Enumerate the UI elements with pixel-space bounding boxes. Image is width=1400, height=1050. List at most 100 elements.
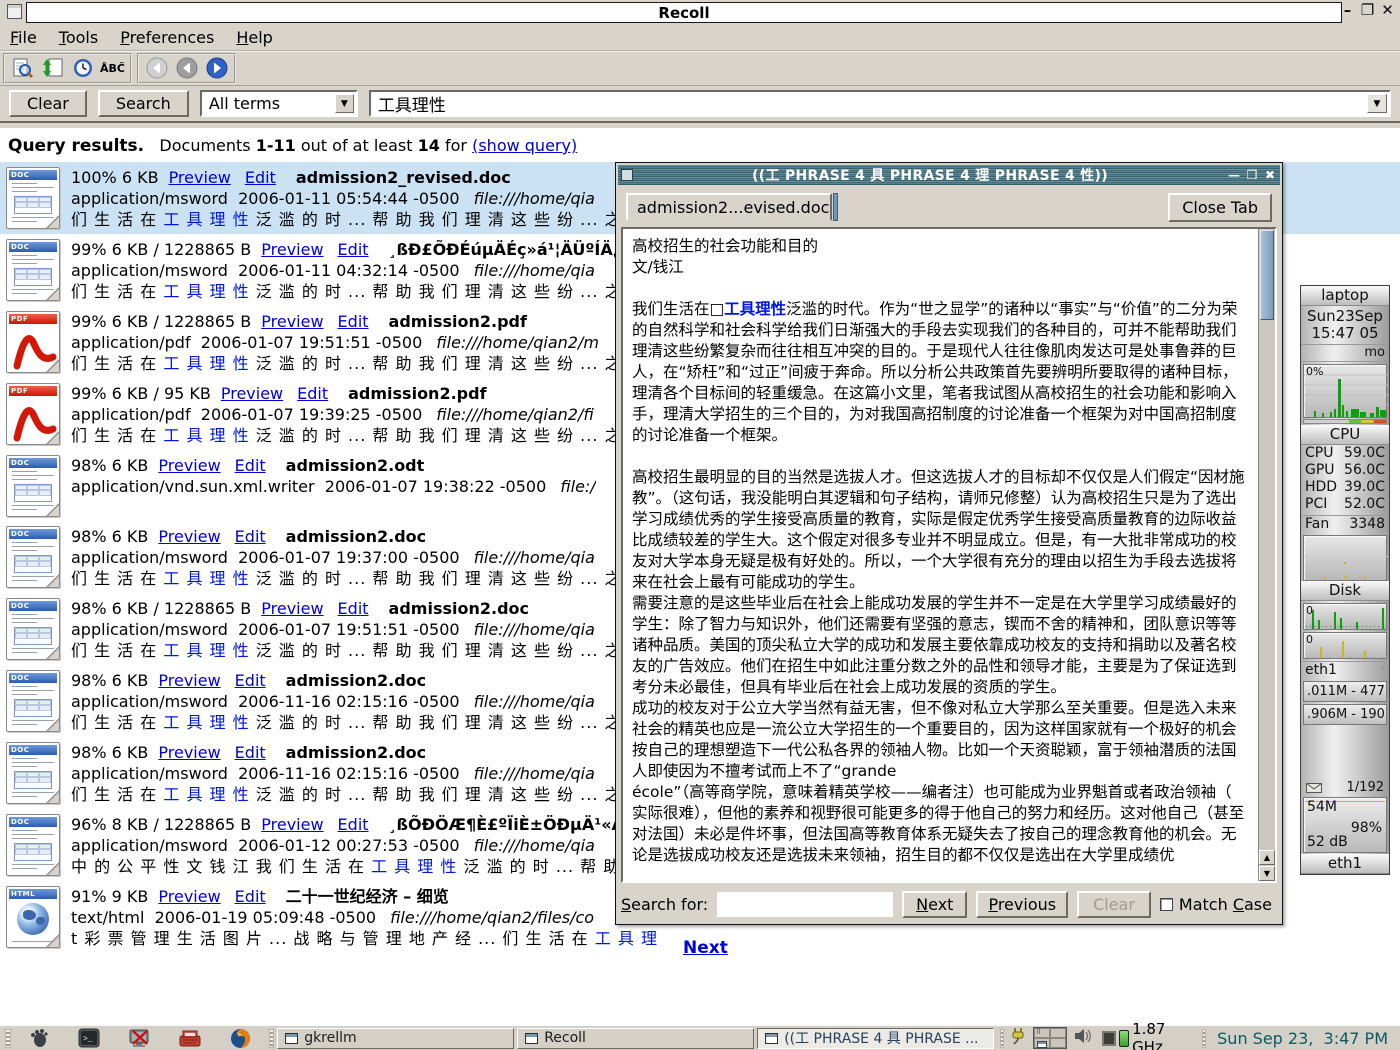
preview-link[interactable]: Preview: [169, 168, 231, 187]
workspace-4[interactable]: [1050, 1038, 1066, 1048]
display-off-icon[interactable]: [128, 1027, 150, 1049]
edit-link[interactable]: Edit: [338, 599, 369, 618]
tasklist-handle[interactable]: [269, 1029, 275, 1048]
preview-search-input[interactable]: [717, 892, 893, 917]
minimize-icon[interactable]: –: [1339, 1, 1356, 19]
search-mode-select[interactable]: All terms ▼: [200, 90, 358, 117]
power-plug-icon[interactable]: [1010, 1026, 1026, 1050]
doc-file-icon[interactable]: DOC: [6, 598, 60, 660]
preview-next-button[interactable]: Next: [902, 891, 967, 918]
task-button[interactable]: gkrellm: [277, 1028, 514, 1049]
preview-document-text[interactable]: 高校招生的社会功能和目的文/钱江 我们生活在□工具理性泛滥的时代。作为“世之显学…: [623, 229, 1258, 881]
preview-link[interactable]: Preview: [158, 527, 220, 546]
preview-link[interactable]: Preview: [261, 599, 323, 618]
preview-tab[interactable]: admission2...evised.doc: [626, 193, 832, 221]
workspace-2[interactable]: [1050, 1028, 1066, 1038]
scroll-up-icon[interactable]: ▲: [1259, 850, 1275, 865]
close-icon[interactable]: ✕: [1379, 1, 1396, 19]
task-button[interactable]: ((工 PHRASE 4 具 PHRASE ...: [757, 1028, 994, 1049]
nav-next-icon[interactable]: [203, 56, 230, 81]
gkrellm-temp-row[interactable]: CPU59.0C: [1301, 445, 1389, 462]
pdf-file-icon[interactable]: PDF: [6, 383, 60, 445]
preview-link[interactable]: Preview: [158, 456, 220, 475]
edit-link[interactable]: Edit: [338, 240, 369, 259]
task-button[interactable]: Recoll: [517, 1028, 754, 1049]
nav-previous-icon[interactable]: [173, 56, 200, 81]
gkrellm-cpu-chart[interactable]: 0%: [1303, 364, 1387, 418]
preview-previous-button[interactable]: Previous: [976, 891, 1068, 918]
gkrellm-fan-chart[interactable]: [1303, 535, 1387, 581]
next-page-link[interactable]: Next: [683, 938, 728, 958]
show-query-link[interactable]: (show query): [472, 136, 577, 155]
edit-link[interactable]: Edit: [245, 168, 276, 187]
preview-titlebar[interactable]: ((工 PHRASE 4 具 PHRASE 4 理 PHRASE 4 性)) —…: [618, 165, 1280, 185]
scrollbar-thumb[interactable]: [1260, 230, 1274, 320]
gkrellm-mail-row[interactable]: 1/192: [1301, 779, 1389, 796]
firefox-icon[interactable]: [230, 1027, 252, 1049]
doc-file-icon[interactable]: DOC: [6, 526, 60, 588]
doc-file-icon[interactable]: DOC: [6, 239, 60, 301]
preview-window-menu-icon[interactable]: [621, 169, 633, 181]
doc-file-icon[interactable]: DOC: [6, 455, 60, 517]
edit-link[interactable]: Edit: [338, 312, 369, 331]
clock-handle[interactable]: [1202, 1029, 1206, 1048]
cpu-frequency-applet[interactable]: 1.87 GHz: [1102, 1020, 1194, 1050]
workspace-3[interactable]: [1034, 1038, 1050, 1048]
preview-link[interactable]: Preview: [261, 815, 323, 834]
clear-button[interactable]: Clear: [9, 90, 87, 117]
spellcheck-icon[interactable]: ÅBĈ: [99, 56, 126, 81]
doc-file-icon[interactable]: DOC: [6, 742, 60, 804]
search-button[interactable]: Search: [98, 90, 189, 117]
gkrellm-net-tx[interactable]: .906M - 190: [1303, 704, 1387, 725]
menu-preferences[interactable]: Preferences: [118, 26, 224, 49]
search-input[interactable]: [371, 92, 1389, 115]
preview-link[interactable]: Preview: [221, 384, 283, 403]
preview-link[interactable]: Preview: [158, 887, 220, 906]
edit-link[interactable]: Edit: [338, 815, 369, 834]
gkrellm-clock[interactable]: Sun23Sep 15:47 05: [1301, 306, 1389, 345]
gkrellm-net-rx[interactable]: .011M - 477: [1303, 681, 1387, 702]
gkrellm-fs-panel[interactable]: 54M 98% 52 dB: [1303, 797, 1387, 853]
pdf-file-icon[interactable]: PDF: [6, 311, 60, 373]
gkrellm-cpu-section-label[interactable]: CPU: [1301, 425, 1389, 445]
speaker-icon[interactable]: [1074, 1028, 1094, 1048]
preview-link[interactable]: Preview: [261, 240, 323, 259]
tray-handle[interactable]: [1000, 1029, 1004, 1048]
gkrellm-disk2-chart[interactable]: 0: [1303, 632, 1387, 659]
terminal-icon[interactable]: >_: [78, 1027, 100, 1049]
nav-first-icon[interactable]: [143, 56, 170, 81]
edit-link[interactable]: Edit: [235, 671, 266, 690]
query-history-chevron-icon[interactable]: ▼: [1367, 94, 1387, 113]
menu-file[interactable]: File: [8, 26, 47, 49]
menu-help[interactable]: Help: [234, 26, 282, 49]
index-update-icon[interactable]: [39, 56, 66, 81]
doc-file-icon[interactable]: DOC: [6, 814, 60, 876]
preview-minimize-icon[interactable]: —: [1227, 168, 1241, 182]
edit-link[interactable]: Edit: [235, 527, 266, 546]
doc-file-icon[interactable]: DOC: [6, 167, 60, 229]
preview-clear-button[interactable]: Clear: [1077, 891, 1151, 918]
typewriter-icon[interactable]: [178, 1027, 202, 1049]
window-menu-icon[interactable]: [7, 4, 22, 19]
doc-file-icon[interactable]: DOC: [6, 670, 60, 732]
preview-close-icon[interactable]: ✖: [1263, 168, 1277, 182]
preview-scrollbar[interactable]: ▲ ▼: [1258, 229, 1275, 881]
menu-tools[interactable]: Tools: [57, 26, 108, 49]
gkrellm-temp-row[interactable]: HDD39.0C: [1301, 479, 1389, 496]
taskbar-clock[interactable]: Sun Sep 23, 3:47 PM: [1209, 1029, 1398, 1048]
gkrellm-temp-row[interactable]: PCI52.0C: [1301, 496, 1389, 513]
workspace-pager[interactable]: [1033, 1027, 1067, 1049]
taskbar-handle[interactable]: [5, 1029, 11, 1048]
match-case-checkbox[interactable]: [1160, 898, 1173, 911]
edit-link[interactable]: Edit: [235, 887, 266, 906]
html-file-icon[interactable]: HTML: [6, 886, 60, 948]
preview-link[interactable]: Preview: [158, 671, 220, 690]
gkrellm-disk1-chart[interactable]: 0: [1303, 603, 1387, 630]
preview-link[interactable]: Preview: [158, 743, 220, 762]
edit-link[interactable]: Edit: [235, 456, 266, 475]
close-tab-button[interactable]: Close Tab: [1168, 193, 1272, 222]
history-clock-icon[interactable]: [69, 56, 96, 81]
edit-link[interactable]: Edit: [235, 743, 266, 762]
gkrellm-disk-label[interactable]: Disk: [1301, 581, 1389, 601]
workspace-1[interactable]: [1034, 1028, 1050, 1038]
